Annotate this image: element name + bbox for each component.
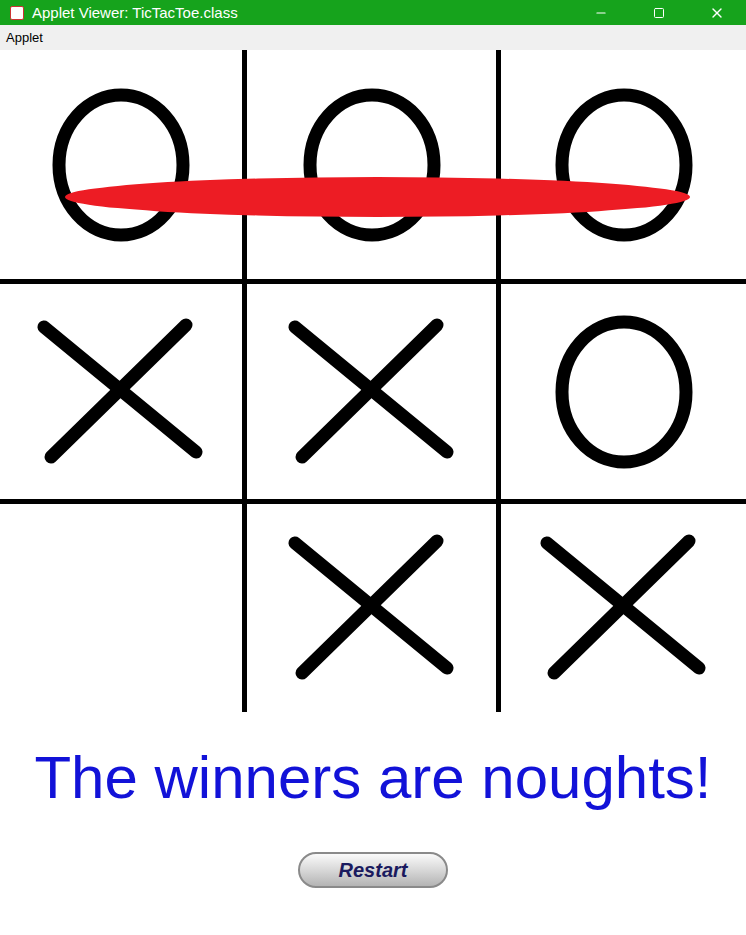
board-cell[interactable] (0, 50, 247, 284)
maximize-button[interactable] (630, 7, 688, 19)
board-cell[interactable] (501, 504, 746, 712)
minimize-button[interactable] (572, 6, 630, 20)
maximize-icon (653, 7, 665, 19)
board-cell[interactable] (501, 50, 746, 284)
window-title: Applet Viewer: TicTacToe.class (32, 3, 572, 23)
nought-icon (549, 85, 699, 245)
board-cell[interactable] (0, 504, 247, 712)
restart-button[interactable]: Restart (298, 852, 448, 888)
nought-icon (549, 312, 699, 472)
board-cell[interactable] (0, 284, 247, 504)
status-message: The winners are noughts! (0, 742, 746, 814)
close-icon (709, 5, 725, 21)
cross-icon (287, 317, 457, 467)
win-line (65, 177, 690, 217)
nought-icon (297, 85, 447, 245)
title-bar: Applet Viewer: TicTacToe.class (0, 0, 746, 25)
java-icon (10, 6, 24, 20)
board (0, 50, 746, 712)
cross-icon (539, 533, 709, 683)
close-button[interactable] (688, 5, 746, 21)
cross-icon (287, 533, 457, 683)
nought-icon (46, 85, 196, 245)
menu-item[interactable]: Applet (6, 28, 43, 48)
board-cell[interactable] (247, 284, 501, 504)
board-cell[interactable] (247, 50, 501, 284)
window-controls (572, 5, 746, 21)
board-cell[interactable] (247, 504, 501, 712)
board-cell[interactable] (501, 284, 746, 504)
applet-window: Applet Viewer: TicTacToe.class Applet The … (0, 0, 746, 935)
cross-icon (36, 317, 206, 467)
minimize-icon (594, 6, 608, 20)
menu-bar: Applet (0, 25, 746, 50)
